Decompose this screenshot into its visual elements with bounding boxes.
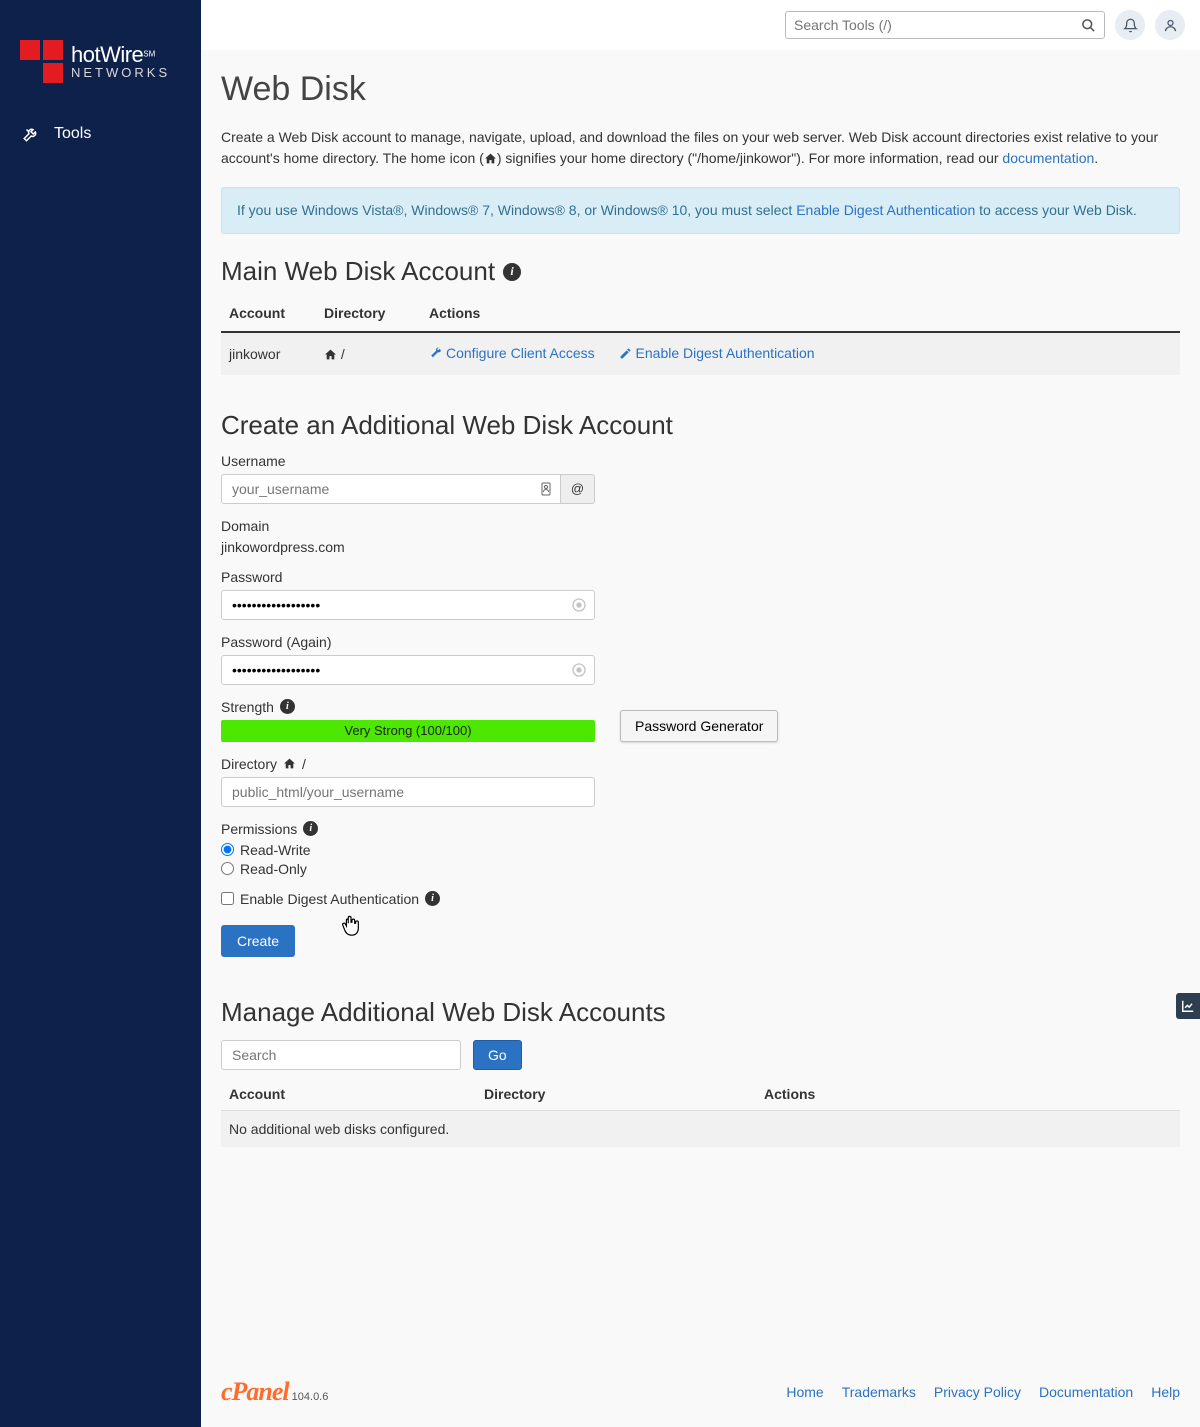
notifications-button[interactable] <box>1115 10 1145 40</box>
perm-rw-radio[interactable] <box>221 843 234 856</box>
main: Web Disk Create a Web Disk account to ma… <box>201 0 1200 1427</box>
documentation-link[interactable]: documentation <box>1002 150 1094 166</box>
configure-client-access-link[interactable]: Configure Client Access <box>429 345 595 361</box>
cell-actions: Configure Client Access Enable Digest Au… <box>421 332 1180 375</box>
brand-logo: hotWireSM NETWORKS <box>0 20 201 113</box>
eye-icon[interactable] <box>571 662 587 678</box>
user-menu-button[interactable] <box>1155 10 1185 40</box>
domain-value: jinkowordpress.com <box>221 539 816 555</box>
bell-icon <box>1123 18 1138 33</box>
info-alert: If you use Windows Vista®, Windows® 7, W… <box>221 187 1180 234</box>
brand-main: hotWireSM <box>71 43 170 66</box>
enable-digest-auth-link[interactable]: Enable Digest Authentication <box>619 345 815 361</box>
info-icon[interactable]: i <box>425 891 440 906</box>
col-account: Account <box>221 295 316 332</box>
directory-label: Directory / <box>221 756 816 772</box>
perm-ro-radio[interactable] <box>221 862 234 875</box>
manage-search-input[interactable] <box>221 1040 461 1070</box>
sidebar: hotWireSM NETWORKS Tools <box>0 0 201 1427</box>
col-directory: Directory <box>316 295 421 332</box>
perm-read-write[interactable]: Read-Write <box>221 842 816 858</box>
home-icon <box>484 150 497 166</box>
password-again-label: Password (Again) <box>221 634 816 650</box>
cpanel-logo: cPanel104.0.6 <box>221 1377 328 1407</box>
enable-digest-link[interactable]: Enable Digest Authentication <box>796 202 975 218</box>
password-generator-button[interactable]: Password Generator <box>620 710 778 742</box>
perm-read-only[interactable]: Read-Only <box>221 861 816 877</box>
main-account-table: Account Directory Actions jinkowor / <box>221 295 1180 375</box>
password-label: Password <box>221 569 816 585</box>
pencil-icon <box>619 347 632 360</box>
permissions-label: Permissions i <box>221 821 816 837</box>
info-icon[interactable]: i <box>503 263 521 281</box>
strength-bar: Very Strong (100/100) <box>221 720 595 742</box>
col-actions: Actions <box>756 1078 1180 1111</box>
side-tab-button[interactable] <box>1176 993 1200 1019</box>
sidebar-item-label: Tools <box>54 125 91 143</box>
logo-mark <box>20 40 63 83</box>
enable-digest-checkbox-row[interactable]: Enable Digest Authentication i <box>221 891 1180 907</box>
go-button[interactable]: Go <box>473 1040 522 1070</box>
table-row-empty: No additional web disks configured. <box>221 1110 1180 1147</box>
wrench-icon <box>429 347 442 360</box>
cursor-hand-icon <box>340 913 362 939</box>
intro-text: Create a Web Disk account to manage, nav… <box>221 127 1180 169</box>
home-icon <box>283 757 296 770</box>
chart-icon <box>1181 999 1195 1013</box>
tools-icon <box>22 125 40 143</box>
at-addon: @ <box>561 474 595 504</box>
footer-trademarks-link[interactable]: Trademarks <box>842 1384 916 1400</box>
cell-directory: / <box>316 332 421 375</box>
topbar <box>201 0 1200 50</box>
directory-input[interactable] <box>221 777 595 807</box>
info-icon[interactable]: i <box>280 699 295 714</box>
col-actions: Actions <box>421 295 1180 332</box>
table-row: jinkowor / Configure Client Access <box>221 332 1180 375</box>
strength-label: Strength i <box>221 699 595 715</box>
home-icon <box>324 346 337 362</box>
manage-table: Account Directory Actions No additional … <box>221 1078 1180 1147</box>
footer: cPanel104.0.6 Home Trademarks Privacy Po… <box>201 1347 1200 1427</box>
footer-home-link[interactable]: Home <box>786 1384 823 1400</box>
domain-label: Domain <box>221 518 816 534</box>
footer-help-link[interactable]: Help <box>1151 1384 1180 1400</box>
empty-message: No additional web disks configured. <box>221 1110 1180 1147</box>
create-account-heading: Create an Additional Web Disk Account <box>221 410 1180 441</box>
sidebar-item-tools[interactable]: Tools <box>0 113 201 155</box>
footer-links: Home Trademarks Privacy Policy Documenta… <box>786 1384 1180 1400</box>
search-icon[interactable] <box>1081 18 1096 33</box>
footer-documentation-link[interactable]: Documentation <box>1039 1384 1133 1400</box>
cell-account: jinkowor <box>221 332 316 375</box>
col-directory: Directory <box>476 1078 756 1111</box>
username-label: Username <box>221 453 816 469</box>
footer-privacy-link[interactable]: Privacy Policy <box>934 1384 1021 1400</box>
col-account: Account <box>221 1078 476 1111</box>
brand-sub: NETWORKS <box>71 66 170 80</box>
enable-digest-checkbox[interactable] <box>221 892 234 905</box>
create-button[interactable]: Create <box>221 925 295 957</box>
search-box[interactable] <box>785 11 1105 39</box>
username-input[interactable] <box>221 474 532 504</box>
info-icon[interactable]: i <box>303 821 318 836</box>
main-account-heading: Main Web Disk Account i <box>221 256 1180 287</box>
manage-heading: Manage Additional Web Disk Accounts <box>221 997 1180 1028</box>
user-icon <box>1163 18 1178 33</box>
eye-icon[interactable] <box>571 597 587 613</box>
password-input[interactable] <box>221 590 595 620</box>
search-input[interactable] <box>794 17 1081 33</box>
password-again-input[interactable] <box>221 655 595 685</box>
contact-icon[interactable] <box>531 474 561 504</box>
page-title: Web Disk <box>221 70 1180 109</box>
